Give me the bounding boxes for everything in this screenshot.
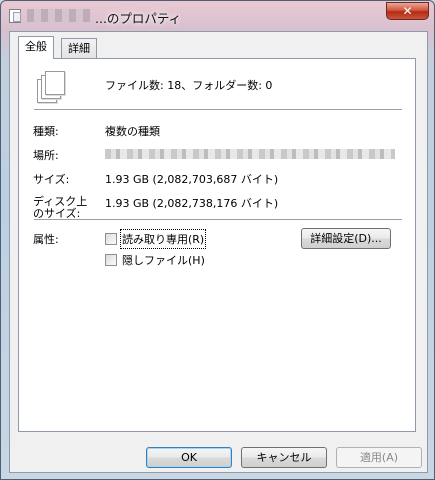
readonly-checkbox[interactable] xyxy=(105,233,117,245)
multiple-files-icon xyxy=(37,71,65,103)
file-count-summary: ファイル数: 18、フォルダー数: 0 xyxy=(105,79,273,92)
general-panel: ファイル数: 18、フォルダー数: 0 種類: 複数の種類 場所: サイズ: 1… xyxy=(18,58,416,432)
tab-details[interactable]: 詳細 xyxy=(61,38,97,58)
size-label: サイズ: xyxy=(33,173,70,186)
tab-general[interactable]: 全般 xyxy=(18,36,54,59)
cancel-button[interactable]: キャンセル xyxy=(241,447,327,468)
close-icon: ✕ xyxy=(402,4,413,18)
window-title: ...のプロパティ xyxy=(95,11,182,26)
properties-window: ...のプロパティ ✕ 全般 詳細 ファイル数: 18、フォルダー数: 0 種類… xyxy=(0,0,435,480)
apply-button[interactable]: 適用(A) xyxy=(336,447,422,468)
size-on-disk-value: 1.93 GB (2,082,738,176 バイト) xyxy=(105,197,279,210)
attributes-label: 属性: xyxy=(33,233,59,246)
divider xyxy=(34,219,402,221)
type-value: 複数の種類 xyxy=(105,125,160,138)
blurred-filename xyxy=(27,9,91,22)
advanced-button[interactable]: 詳細設定(D)... xyxy=(301,228,391,249)
type-label: 種類: xyxy=(33,125,59,138)
hidden-label[interactable]: 隠しファイル(H) xyxy=(122,252,205,268)
close-button[interactable]: ✕ xyxy=(386,2,429,20)
divider xyxy=(34,109,402,111)
location-label: 場所: xyxy=(33,149,59,162)
ok-button[interactable]: OK xyxy=(146,447,232,468)
hidden-checkbox[interactable] xyxy=(105,254,117,266)
dialog-client: 全般 詳細 ファイル数: 18、フォルダー数: 0 種類: 複数の種類 場所: … xyxy=(9,31,428,473)
document-icon xyxy=(9,9,21,23)
title-bar[interactable]: ...のプロパティ ✕ xyxy=(1,1,434,31)
size-value: 1.93 GB (2,082,703,687 バイト) xyxy=(105,173,279,186)
location-value-blurred xyxy=(105,149,395,159)
readonly-label[interactable]: 読み取り専用(R) xyxy=(119,229,207,249)
